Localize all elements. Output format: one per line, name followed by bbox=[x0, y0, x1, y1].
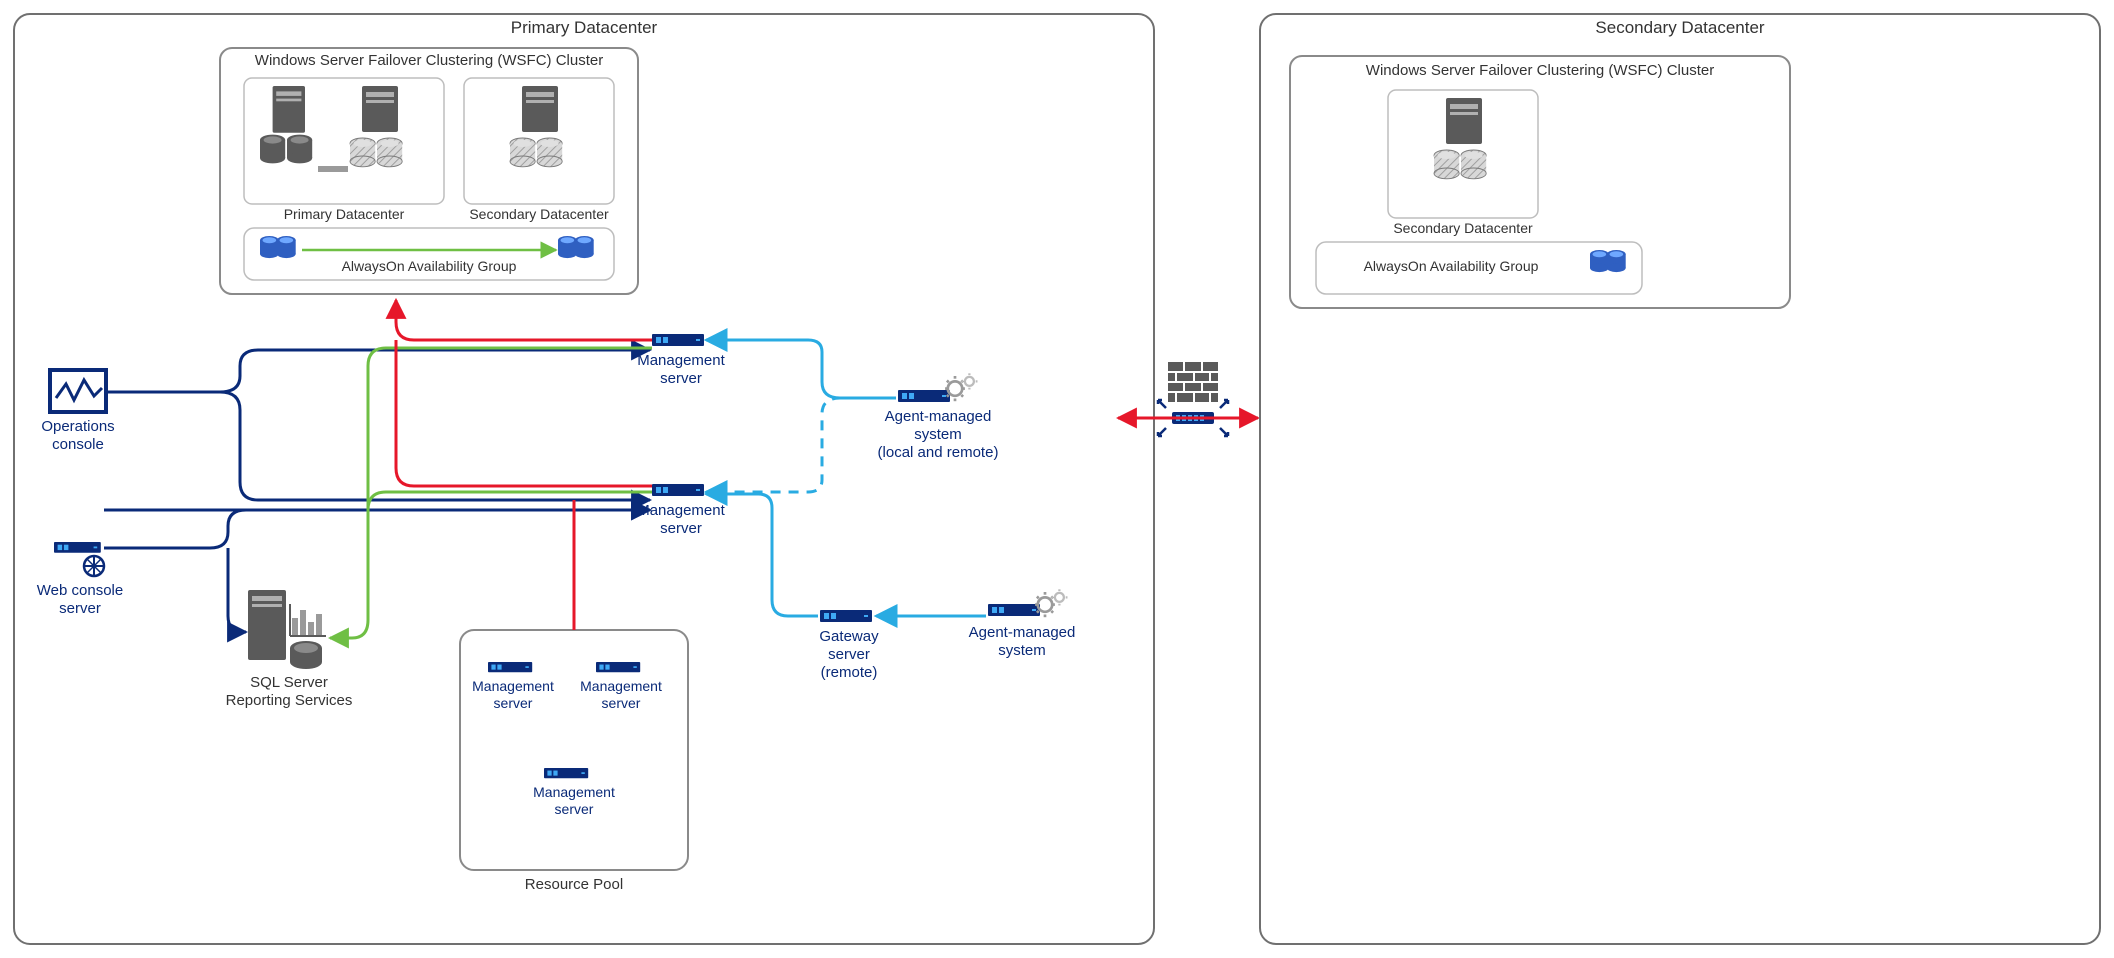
gateway-server-icon bbox=[820, 610, 872, 622]
agent-managed-label: Agent-managed system bbox=[958, 624, 1086, 660]
primary-title: Primary Datacenter bbox=[14, 18, 1154, 38]
rp-ms1-label: Management server bbox=[468, 678, 558, 712]
mgmt-server-1-icon bbox=[652, 334, 704, 346]
rp-ms3-label: Management server bbox=[524, 784, 624, 818]
secondary-title: Secondary Datacenter bbox=[1260, 18, 2100, 38]
mgmt-server-2-label: Management server bbox=[626, 502, 736, 538]
web-console-label: Web console server bbox=[28, 582, 132, 618]
secondary-wsfc-title: Windows Server Failover Clustering (WSFC… bbox=[1290, 62, 1790, 80]
primary-aoag-label: AlwaysOn Availability Group bbox=[244, 258, 614, 275]
agent-local-remote-label: Agent-managed system (local and remote) bbox=[868, 408, 1008, 462]
resource-pool-title: Resource Pool bbox=[460, 876, 688, 894]
mgmt-server-1-label: Management server bbox=[626, 352, 736, 388]
primary-wsfc-title: Windows Server Failover Clustering (WSFC… bbox=[220, 52, 638, 70]
firewall-icon bbox=[1158, 362, 1228, 436]
secondary-wsfc-secondary-label: Secondary Datacenter bbox=[1388, 220, 1538, 237]
sql-reporting-label: SQL Server Reporting Services bbox=[224, 674, 354, 710]
mgmt-server-2-icon bbox=[652, 484, 704, 496]
primary-wsfc-primary-label: Primary Datacenter bbox=[244, 206, 444, 223]
primary-wsfc-secondary-label: Secondary Datacenter bbox=[464, 206, 614, 223]
gateway-server-label: Gateway server (remote) bbox=[794, 628, 904, 682]
diagram-canvas bbox=[0, 0, 2114, 958]
rp-ms2-label: Management server bbox=[576, 678, 666, 712]
secondary-aoag-label: AlwaysOn Availability Group bbox=[1316, 258, 1586, 275]
operations-console-label: Operations console bbox=[22, 418, 134, 454]
